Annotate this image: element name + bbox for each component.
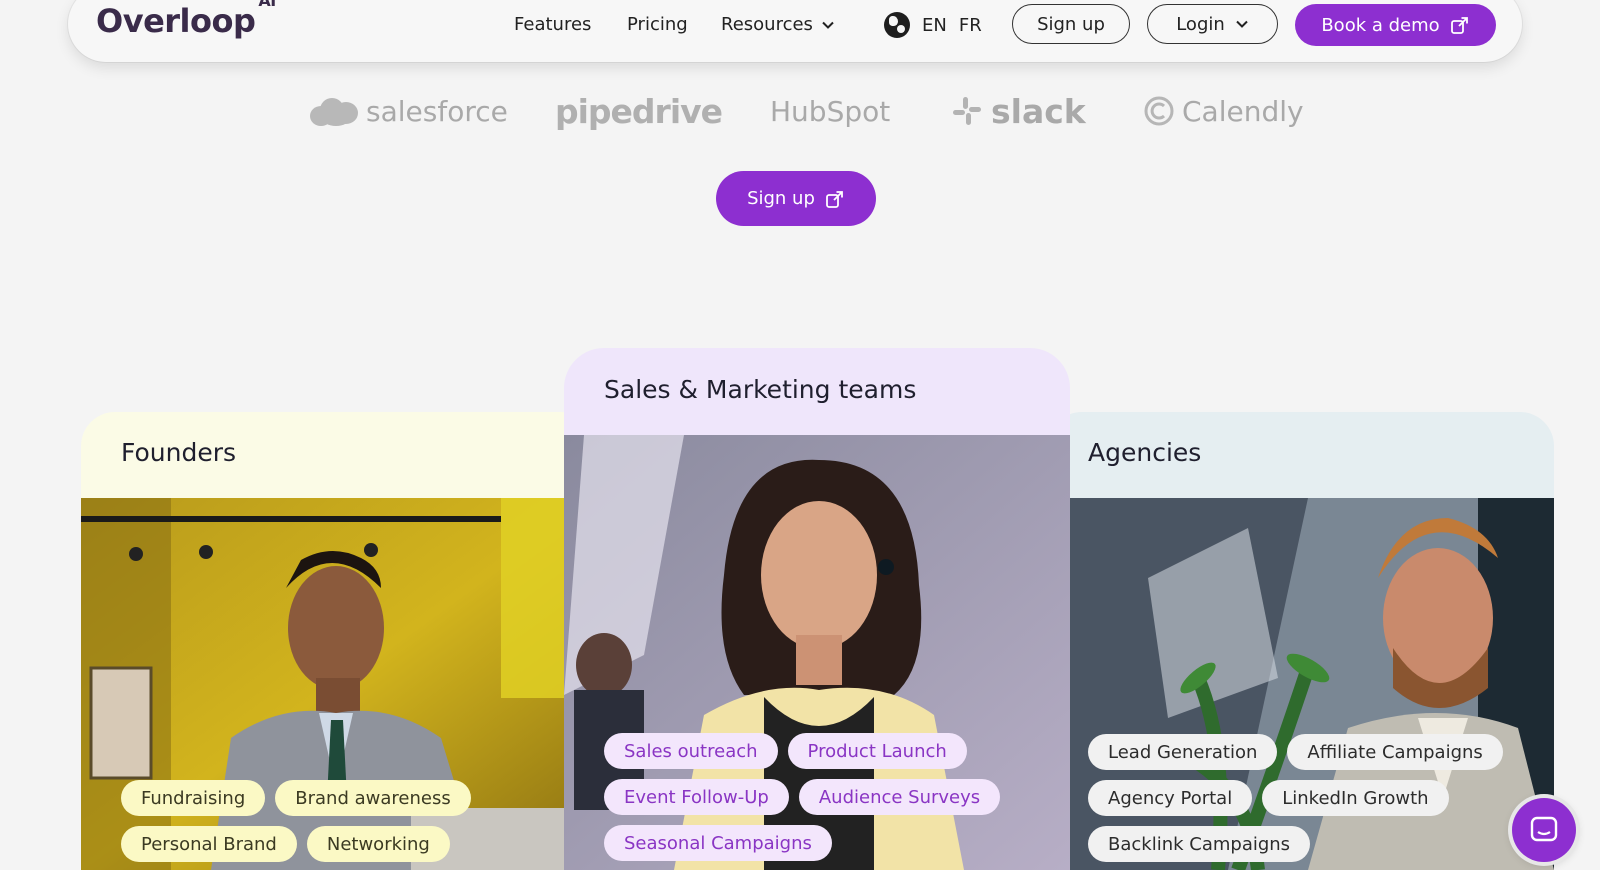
external-link-icon bbox=[826, 190, 843, 208]
chat-icon bbox=[1530, 816, 1558, 842]
cta-signup-button[interactable]: Sign up bbox=[716, 171, 876, 226]
founders-card-title: Founders bbox=[121, 438, 237, 467]
agencies-card[interactable]: Agencies Lead Generation Affiliate Campa… bbox=[1048, 412, 1554, 870]
chat-launcher-button[interactable] bbox=[1512, 798, 1576, 862]
hubspot-logo: HubSpot bbox=[770, 88, 890, 134]
slack-wordmark: slack bbox=[991, 91, 1086, 131]
login-button-label: Login bbox=[1176, 13, 1225, 35]
slack-icon bbox=[953, 97, 981, 125]
tag[interactable]: Agency Portal bbox=[1088, 780, 1253, 816]
tag[interactable]: LinkedIn Growth bbox=[1262, 780, 1449, 816]
brand-suffix: AI bbox=[258, 0, 276, 11]
lang-fr[interactable]: FR bbox=[959, 15, 982, 36]
tag[interactable]: Sales outreach bbox=[604, 733, 778, 769]
calendly-icon bbox=[1144, 96, 1174, 126]
nav-features-label: Features bbox=[514, 14, 592, 35]
pipedrive-logo: pipedrive bbox=[555, 88, 723, 134]
tag[interactable]: Personal Brand bbox=[121, 826, 297, 862]
external-link-icon bbox=[1450, 17, 1468, 34]
tag[interactable]: Event Follow-Up bbox=[604, 779, 789, 815]
calendly-logo: Calendly bbox=[1144, 88, 1304, 134]
brand-name: Overloop bbox=[96, 2, 256, 40]
sales-card-title: Sales & Marketing teams bbox=[604, 375, 917, 404]
nav-pricing[interactable]: Pricing bbox=[627, 14, 688, 35]
nav-resources[interactable]: Resources bbox=[721, 14, 835, 35]
tag[interactable]: Brand awareness bbox=[275, 780, 471, 816]
calendly-wordmark: Calendly bbox=[1182, 94, 1304, 128]
cta-signup-label: Sign up bbox=[747, 188, 815, 209]
hubspot-wordmark: HubSpot bbox=[770, 94, 891, 128]
sales-tags: Sales outreach Product Launch Event Foll… bbox=[604, 733, 1024, 861]
tag[interactable]: Product Launch bbox=[787, 733, 967, 769]
language-switcher: EN FR bbox=[884, 12, 982, 38]
slack-logo: slack bbox=[951, 88, 1086, 134]
tag[interactable]: Audience Surveys bbox=[798, 779, 1001, 815]
login-button[interactable]: Login bbox=[1147, 4, 1278, 44]
founders-tags: Fundraising Brand awareness Personal Bra… bbox=[121, 780, 561, 862]
tag[interactable]: Networking bbox=[306, 826, 450, 862]
nav-resources-label: Resources bbox=[721, 14, 813, 35]
book-demo-label: Book a demo bbox=[1321, 14, 1440, 36]
salesforce-wordmark: salesforce bbox=[366, 94, 508, 128]
agencies-card-title: Agencies bbox=[1088, 438, 1202, 467]
nav-features[interactable]: Features bbox=[514, 14, 591, 35]
founders-card[interactable]: Founders Fundraising Brand awareness Per… bbox=[81, 412, 595, 870]
salesforce-cloud-icon bbox=[310, 96, 358, 126]
sales-marketing-card[interactable]: Sales & Marketing teams Sales outreach P… bbox=[564, 348, 1070, 870]
partner-logos: salesforce pipedrive HubSpot slack Calen… bbox=[0, 88, 1600, 138]
lang-en[interactable]: EN bbox=[922, 15, 947, 36]
globe-icon bbox=[884, 12, 910, 38]
tag[interactable]: Fundraising bbox=[121, 780, 266, 816]
tag[interactable]: Seasonal Campaigns bbox=[604, 825, 832, 861]
chevron-down-icon bbox=[1236, 20, 1248, 28]
signup-button[interactable]: Sign up bbox=[1012, 4, 1130, 44]
tag[interactable]: Lead Generation bbox=[1088, 734, 1278, 770]
nav-pricing-label: Pricing bbox=[627, 14, 688, 35]
tag[interactable]: Affiliate Campaigns bbox=[1287, 734, 1503, 770]
salesforce-logo: salesforce bbox=[310, 88, 508, 134]
brand-logo[interactable]: OverloopAI bbox=[96, 0, 276, 40]
agencies-tags: Lead Generation Affiliate Campaigns Agen… bbox=[1088, 734, 1538, 862]
tag[interactable]: Backlink Campaigns bbox=[1088, 826, 1311, 862]
chevron-down-icon bbox=[822, 21, 834, 29]
pipedrive-wordmark: pipedrive bbox=[555, 91, 723, 131]
book-demo-button[interactable]: Book a demo bbox=[1295, 4, 1496, 46]
signup-button-label: Sign up bbox=[1037, 13, 1105, 35]
